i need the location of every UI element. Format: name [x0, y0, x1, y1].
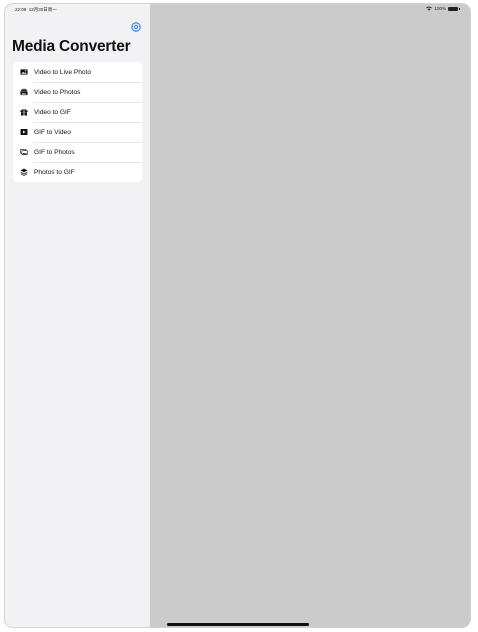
- app-window: 22:09 12月30日周一 Media Converter Video to …: [4, 3, 471, 628]
- gear-icon: [131, 22, 141, 32]
- home-indicator[interactable]: [167, 623, 309, 626]
- menu-item-video-to-gif[interactable]: Video to GIF: [13, 102, 142, 122]
- sidebar: 22:09 12月30日周一 Media Converter Video to …: [5, 4, 150, 627]
- stack-icon: [20, 168, 28, 176]
- menu-item-photos-to-gif[interactable]: Photos to GIF: [13, 162, 142, 182]
- status-clock: 22:09: [15, 7, 27, 12]
- menu-item-gif-to-video[interactable]: GIF to Video: [13, 122, 142, 142]
- photos-icon: [20, 148, 28, 156]
- page-title: Media Converter: [12, 38, 131, 55]
- battery-icon: [448, 6, 460, 11]
- menu-item-label: GIF to Photos: [34, 148, 75, 156]
- menu-item-gif-to-photos[interactable]: GIF to Photos: [13, 142, 142, 162]
- menu-item-label: Video to GIF: [34, 108, 71, 116]
- menu-item-video-to-live-photo[interactable]: Video to Live Photo: [13, 62, 142, 82]
- status-bar-right: 100%: [150, 4, 470, 16]
- menu-item-label: Photos to GIF: [34, 168, 75, 176]
- battery-percent: 100%: [434, 6, 446, 11]
- wifi-icon: [426, 6, 433, 11]
- status-time: 22:09 12月30日周一: [15, 7, 57, 13]
- menu-item-label: Video to Live Photo: [34, 68, 92, 76]
- photo-icon: [20, 68, 28, 76]
- settings-button[interactable]: [131, 22, 141, 32]
- photo-stack-icon: [20, 88, 28, 96]
- menu-item-label: GIF to Video: [34, 128, 71, 136]
- menu-item-video-to-photos[interactable]: Video to Photos: [13, 82, 142, 102]
- play-rectangle-icon: [20, 128, 28, 136]
- status-date: 12月30日周一: [28, 7, 57, 12]
- menu-item-label: Video to Photos: [34, 88, 81, 96]
- gift-icon: [20, 108, 28, 116]
- status-bar: 22:09 12月30日周一: [5, 4, 150, 16]
- converter-menu: Video to Live Photo Video to Photos Vide…: [13, 62, 142, 182]
- status-indicators: 100%: [426, 6, 460, 11]
- detail-pane: 100%: [150, 4, 470, 627]
